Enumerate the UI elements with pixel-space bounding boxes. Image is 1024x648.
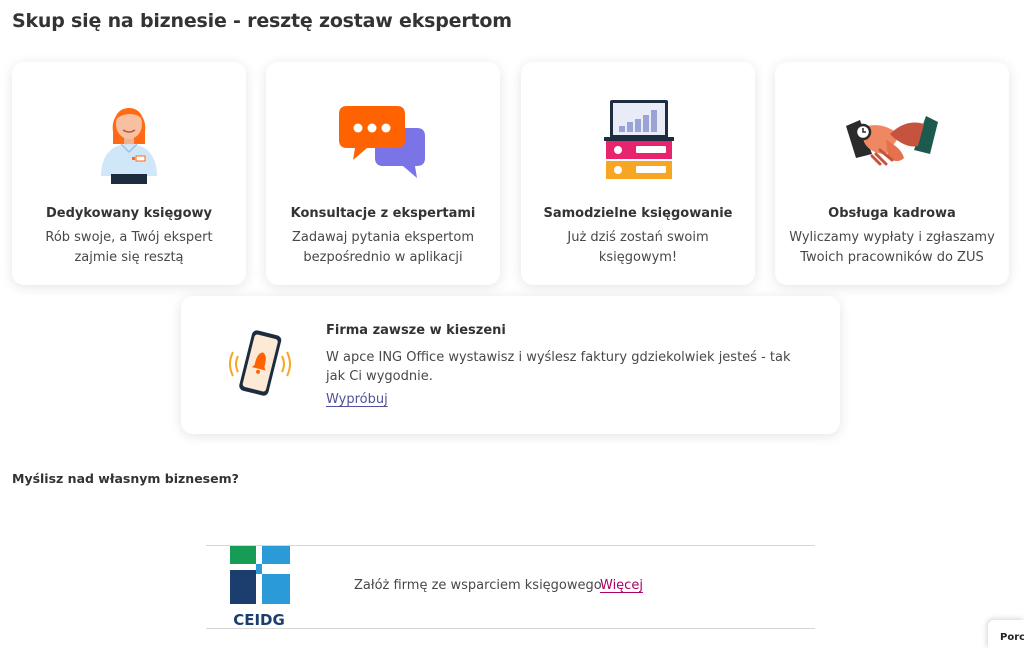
- card-title: Dedykowany księgowy: [45, 206, 213, 221]
- more-link[interactable]: Więcej: [600, 578, 643, 593]
- page-title: Skup się na biznesie - resztę zostaw eks…: [12, 10, 512, 32]
- corner-tab-label: Porc: [1000, 632, 1024, 643]
- features-grid: Dedykowany księgowy Rób swoje, a Twój ek…: [12, 62, 1010, 285]
- mobile-app-promo-card: Firma zawsze w kieszeni W apce ING Offic…: [181, 296, 840, 434]
- card-title: Obsługa kadrowa: [828, 206, 956, 221]
- accountant-woman-icon: [101, 108, 157, 184]
- feature-card-self-accounting: Samodzielne księgowanie Już dziś zostań …: [521, 62, 755, 285]
- ceidg-logo: CEIDG: [230, 546, 290, 629]
- ceidg-logo-text: CEIDG: [233, 611, 285, 629]
- card-description: Zadawaj pytania ekspertom bezpośrednio w…: [292, 230, 474, 265]
- chat-bubbles-icon: [339, 106, 425, 178]
- card-description: Rób swoje, a Twój ekspert zajmie się res…: [45, 230, 213, 265]
- card-description: Wyliczamy wypłaty i zgłaszamy Twoich pra…: [789, 230, 995, 265]
- card-title: Samodzielne księgowanie: [543, 206, 733, 221]
- laptop-binders-icon: [604, 100, 674, 179]
- try-link[interactable]: Wypróbuj: [326, 392, 388, 407]
- card-description: Już dziś zostań swoim księgowym!: [567, 230, 709, 265]
- ceidg-description: Załóż firmę ze wsparciem księgowego: [354, 578, 602, 593]
- handshake-icon: [846, 116, 938, 166]
- promo-title: Firma zawsze w kieszeni: [326, 323, 506, 338]
- card-title: Konsultacje z ekspertami: [290, 206, 476, 221]
- feature-card-expert-consultations: Konsultacje z ekspertami Zadawaj pytania…: [266, 62, 500, 285]
- phone-notification-icon: [229, 330, 291, 396]
- business-section-heading: Myślisz nad własnym biznesem?: [12, 471, 239, 486]
- promo-description: W apce ING Office wystawisz i wyślesz fa…: [326, 350, 791, 384]
- feature-card-hr-services: Obsługa kadrowa Wyliczamy wypłaty i zgła…: [775, 62, 1009, 285]
- feature-card-dedicated-accountant: Dedykowany księgowy Rób swoje, a Twój ek…: [12, 62, 246, 285]
- ceidg-row: CEIDG Załóż firmę ze wsparciem księgoweg…: [206, 545, 815, 629]
- help-corner-tab[interactable]: Porc: [988, 620, 1024, 648]
